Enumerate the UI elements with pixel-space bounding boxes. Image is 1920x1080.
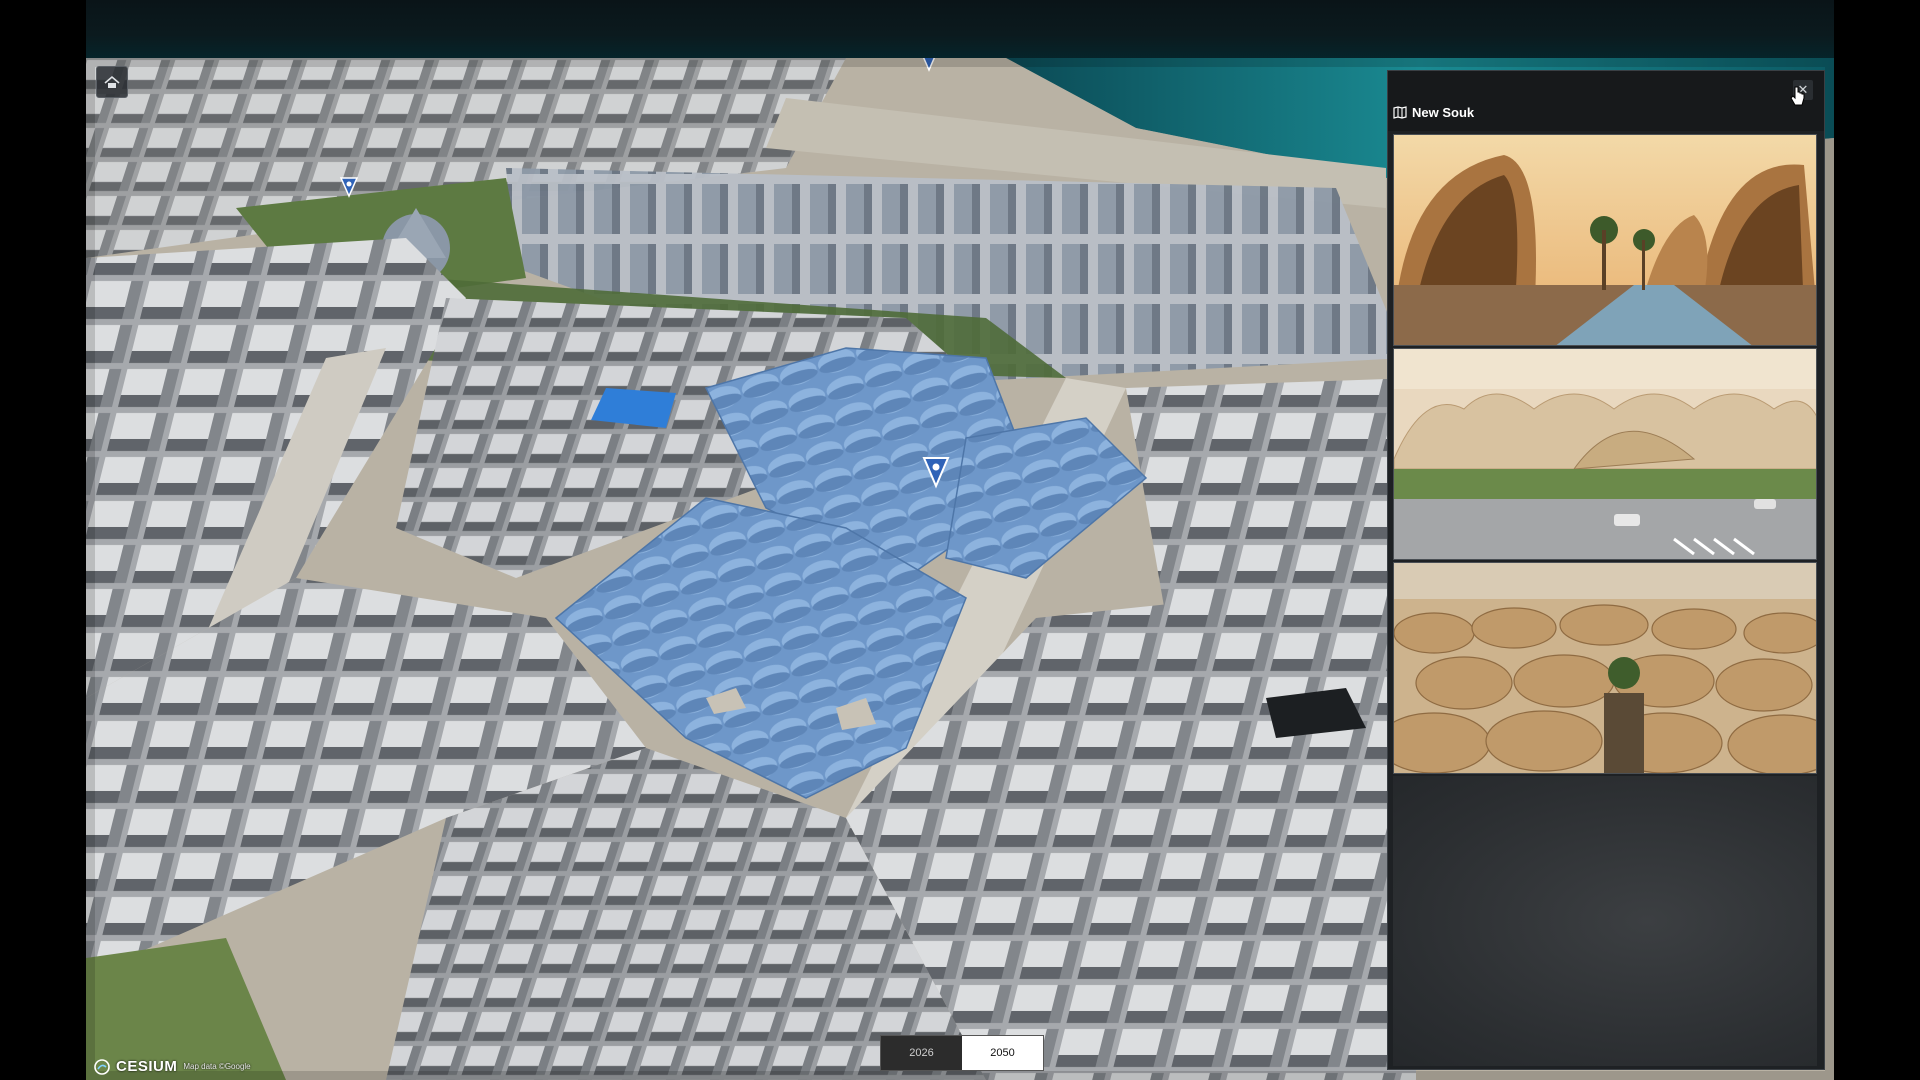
souk-render-aerial-plaza[interactable] xyxy=(1393,348,1817,560)
panel-title-text: New Souk xyxy=(1412,105,1475,120)
souk-render-canopy-street[interactable] xyxy=(1393,134,1817,346)
souk-render-roofscape[interactable] xyxy=(1393,562,1817,774)
home-icon xyxy=(104,75,120,88)
home-view-button[interactable] xyxy=(96,66,128,98)
mouse-cursor-icon xyxy=(1790,86,1805,106)
viewer-top-band xyxy=(86,0,1834,58)
panel-empty-area xyxy=(1393,776,1817,1066)
map-data-credit: Map data ©Google xyxy=(183,1062,251,1071)
cesium-credit[interactable]: CESIUM Map data ©Google xyxy=(94,1058,251,1075)
cesium-logo-text: CESIUM xyxy=(116,1058,178,1075)
panel-title: New Souk xyxy=(1393,105,1474,120)
render-image xyxy=(1394,349,1816,559)
panel-header xyxy=(1388,71,1824,131)
year-option-2026[interactable]: 2026 xyxy=(881,1036,962,1070)
cesium-logo-icon xyxy=(94,1058,110,1075)
year-option-2050[interactable]: 2050 xyxy=(962,1036,1043,1070)
app-frame: CESIUM Map data ©Google 2026 2050 New So… xyxy=(0,0,1920,1080)
render-image xyxy=(1394,135,1816,345)
map-icon xyxy=(1393,106,1407,119)
render-image xyxy=(1394,563,1816,773)
year-timeline[interactable]: 2026 2050 xyxy=(880,1035,1044,1071)
